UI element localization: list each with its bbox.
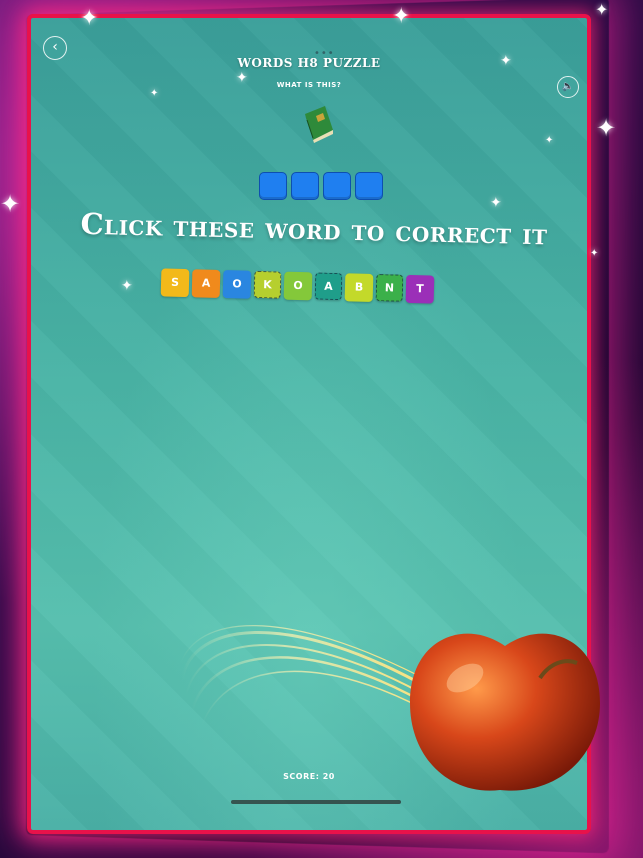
letter-tile[interactable]: N: [375, 274, 404, 302]
apple-image: [410, 633, 600, 791]
answer-slot[interactable]: [259, 172, 287, 200]
speaker-icon: 🔈: [561, 81, 575, 92]
sound-button[interactable]: 🔈: [557, 76, 579, 98]
home-indicator: [231, 800, 401, 804]
letter-tile[interactable]: A: [191, 269, 221, 298]
answer-slot[interactable]: [323, 172, 351, 200]
sparkle-icon: ✦: [0, 190, 21, 218]
letter-tile[interactable]: B: [344, 273, 374, 302]
answer-slot[interactable]: [355, 172, 383, 200]
letter-tile[interactable]: O: [283, 271, 313, 301]
letter-tile[interactable]: T: [405, 274, 435, 304]
letter-tile[interactable]: O: [222, 270, 252, 299]
chevron-left-icon: ‹: [52, 39, 58, 55]
tile-letter: T: [416, 282, 424, 296]
tile-letter: S: [170, 275, 180, 289]
question-label: WHAT IS THIS?: [276, 81, 342, 89]
book-icon: [305, 106, 333, 143]
tile-letter: A: [324, 279, 333, 293]
letter-tile[interactable]: S: [160, 268, 190, 298]
tile-letter: N: [384, 281, 395, 295]
letter-tiles: S A O K O A B N T: [160, 268, 435, 304]
letter-tile[interactable]: K: [253, 270, 282, 299]
answer-slots: [259, 172, 383, 200]
page-title: WORDS H8 PUZZLE: [237, 56, 381, 70]
tile-letter: K: [263, 278, 272, 292]
instruction-text: Click these word to correct it: [80, 206, 548, 252]
tile-letter: B: [354, 280, 364, 294]
answer-slot[interactable]: [291, 172, 319, 200]
tile-letter: O: [293, 278, 303, 293]
letter-tile[interactable]: A: [314, 272, 343, 301]
tile-letter: O: [232, 277, 242, 291]
tile-letter: A: [201, 276, 211, 290]
